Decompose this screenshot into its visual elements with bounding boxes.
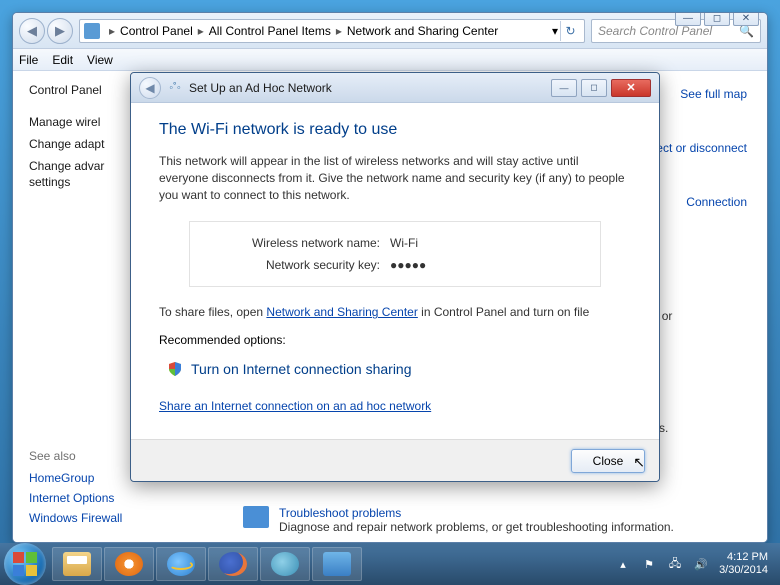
troubleshoot-link[interactable]: Troubleshoot problems: [279, 506, 674, 520]
adhoc-share-link[interactable]: Share an Internet connection on an ad ho…: [159, 399, 631, 413]
nav-forward-button[interactable]: ▶: [47, 18, 73, 44]
troubleshoot-icon: [243, 506, 269, 528]
tray-arrow-icon[interactable]: ▴: [615, 556, 631, 572]
menu-edit[interactable]: Edit: [52, 53, 73, 67]
network-icon: ◦˚◦: [167, 80, 183, 96]
title-bar: ◀ ▶ ▸ Control Panel ▸ All Control Panel …: [13, 13, 767, 49]
taskbar: ▴ ⚑ 🖧 🔊 4:12 PM 3/30/2014: [0, 543, 780, 585]
breadcrumb-segment[interactable]: All Control Panel Items: [209, 24, 331, 38]
clock[interactable]: 4:12 PM 3/30/2014: [719, 551, 768, 577]
network-sharing-link[interactable]: Network and Sharing Center: [266, 305, 417, 319]
sharing-option-label: Turn on Internet connection sharing: [191, 361, 412, 377]
taskbar-app1[interactable]: [260, 547, 310, 581]
system-tray: ▴ ⚑ 🖧 🔊 4:12 PM 3/30/2014: [615, 551, 776, 577]
security-key-label: Network security key:: [190, 258, 390, 272]
link-full-map[interactable]: See full map: [656, 87, 747, 101]
dialog-close-button[interactable]: ✕: [611, 79, 651, 97]
dialog-title-bar[interactable]: ◀ ◦˚◦ Set Up an Ad Hoc Network — ◻ ✕: [131, 73, 659, 103]
flag-icon[interactable]: ⚑: [641, 556, 657, 572]
see-also-firewall[interactable]: Windows Firewall: [29, 511, 207, 525]
troubleshoot-description: Diagnose and repair network problems, or…: [279, 520, 674, 534]
menu-file[interactable]: File: [19, 53, 38, 67]
taskbar-media-player[interactable]: [104, 547, 154, 581]
network-info-box: Wireless network name: Wi-Fi Network sec…: [189, 221, 601, 287]
adhoc-dialog: ◀ ◦˚◦ Set Up an Ad Hoc Network — ◻ ✕ The…: [130, 72, 660, 482]
clock-date: 3/30/2014: [719, 564, 768, 577]
dialog-heading: The Wi-Fi network is ready to use: [159, 121, 631, 139]
close-button[interactable]: Close: [571, 449, 645, 473]
link-connect[interactable]: ect or disconnect: [656, 141, 747, 155]
recommended-label: Recommended options:: [159, 333, 631, 347]
link-connection[interactable]: Connection: [656, 195, 747, 209]
breadcrumb-dropdown-icon[interactable]: ▾: [552, 24, 558, 38]
control-panel-icon: [84, 23, 100, 39]
taskbar-app2[interactable]: [312, 547, 362, 581]
taskbar-firefox[interactable]: [208, 547, 258, 581]
maximize-button[interactable]: ◻: [704, 12, 730, 26]
dialog-maximize-button[interactable]: ◻: [581, 79, 607, 97]
minimize-button[interactable]: —: [675, 12, 701, 26]
internet-sharing-option[interactable]: Turn on Internet connection sharing: [167, 361, 623, 377]
network-tray-icon[interactable]: 🖧: [667, 556, 683, 572]
breadcrumb-segment[interactable]: Control Panel: [120, 24, 193, 38]
breadcrumb[interactable]: ▸ Control Panel ▸ All Control Panel Item…: [79, 19, 585, 43]
dialog-footer: Close ↖: [131, 439, 659, 481]
breadcrumb-segment[interactable]: Network and Sharing Center: [347, 24, 498, 38]
network-name-value: Wi-Fi: [390, 236, 418, 250]
window-controls: — ◻ ✕: [675, 12, 759, 26]
security-key-value: ●●●●●: [390, 258, 426, 272]
taskbar-ie[interactable]: [156, 547, 206, 581]
dialog-back-button[interactable]: ◀: [139, 77, 161, 99]
refresh-icon[interactable]: ↻: [560, 21, 580, 41]
taskbar-explorer[interactable]: [52, 547, 102, 581]
dialog-description: This network will appear in the list of …: [159, 153, 631, 203]
volume-icon[interactable]: 🔊: [693, 556, 709, 572]
menu-bar: File Edit View: [13, 49, 767, 71]
nav-back-button[interactable]: ◀: [19, 18, 45, 44]
dialog-title: Set Up an Ad Hoc Network: [189, 81, 332, 95]
troubleshoot-section: Troubleshoot problems Diagnose and repai…: [243, 506, 674, 534]
dialog-minimize-button[interactable]: —: [551, 79, 577, 97]
network-name-label: Wireless network name:: [190, 236, 390, 250]
close-button[interactable]: ✕: [733, 12, 759, 26]
start-button[interactable]: [4, 543, 46, 585]
clock-time: 4:12 PM: [719, 551, 768, 564]
menu-view[interactable]: View: [87, 53, 113, 67]
share-files-text: To share files, open Network and Sharing…: [159, 305, 631, 319]
shield-icon: [167, 361, 183, 377]
see-also-internet-options[interactable]: Internet Options: [29, 491, 207, 505]
